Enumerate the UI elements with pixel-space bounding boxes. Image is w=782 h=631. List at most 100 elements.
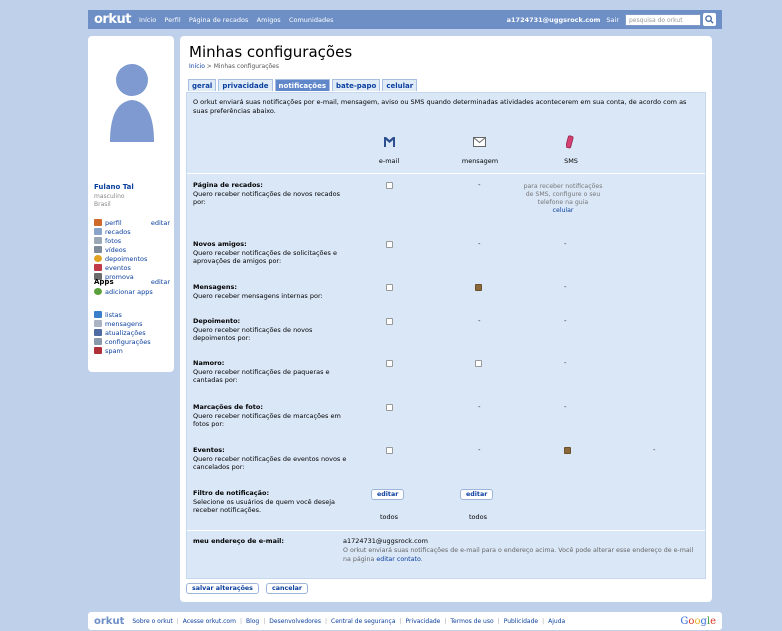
footer-link-publicidade[interactable]: Publicidade bbox=[504, 618, 538, 625]
sidebar-item-recados[interactable]: recados bbox=[94, 227, 170, 236]
calendar-icon bbox=[94, 264, 102, 271]
search-input[interactable]: pesquisa do orkut bbox=[625, 13, 701, 26]
updates-icon bbox=[94, 329, 102, 336]
search-icon bbox=[705, 15, 714, 24]
checkbox-recados-email[interactable] bbox=[386, 182, 393, 189]
avatar[interactable] bbox=[108, 58, 156, 142]
nav-inicio[interactable]: Início bbox=[139, 16, 156, 24]
logout-link[interactable]: Sair bbox=[606, 16, 619, 24]
footer-link-dev[interactable]: Desenvolvedores bbox=[269, 618, 321, 625]
tab-celular[interactable]: celular bbox=[382, 79, 418, 91]
dash: - bbox=[478, 446, 481, 454]
filter-message-value: todos bbox=[469, 513, 488, 521]
sidebar-item-atualizacoes[interactable]: atualizações bbox=[94, 328, 170, 337]
checkbox-depoimento-email[interactable] bbox=[386, 318, 393, 325]
gmail-icon bbox=[384, 137, 395, 147]
footer-link-acesse[interactable]: Acesse orkut.com bbox=[183, 618, 236, 625]
notifications-panel: O orkut enviará suas notificações por e-… bbox=[186, 92, 706, 579]
checkbox-mensagens-mensagem[interactable] bbox=[475, 284, 482, 291]
tab-geral[interactable]: geral bbox=[188, 79, 217, 91]
checkbox-marcacoes-email[interactable] bbox=[386, 404, 393, 411]
row-marcacoes: Marcações de foto: Quero receber notifica… bbox=[193, 403, 341, 428]
google-logo: Google bbox=[680, 615, 716, 627]
footer-link-ajuda[interactable]: Ajuda bbox=[548, 618, 565, 625]
dash: - bbox=[478, 317, 481, 325]
footer-link-blog[interactable]: Blog bbox=[246, 618, 259, 625]
sidebar-item-configuracoes[interactable]: configurações bbox=[94, 337, 170, 346]
envelope-icon bbox=[473, 137, 486, 147]
scrapbook-icon bbox=[94, 228, 102, 235]
cancel-button[interactable]: cancelar bbox=[266, 583, 308, 594]
user-email[interactable]: a1724731@uggsrock.com bbox=[507, 16, 601, 24]
divider bbox=[187, 173, 705, 174]
list-icon bbox=[94, 311, 102, 318]
checkbox-mensagens-email[interactable] bbox=[386, 284, 393, 291]
dash: - bbox=[564, 240, 567, 248]
sidebar-item-depoimentos[interactable]: depoimentos bbox=[94, 254, 170, 263]
page-title: Minhas configurações bbox=[189, 43, 353, 61]
email-label: meu endereço de e-mail: bbox=[193, 537, 285, 545]
top-nav: Início Perfil Página de recados Amigos C… bbox=[139, 16, 339, 24]
sidebar-item-mensagens[interactable]: mensagens bbox=[94, 319, 170, 328]
sidebar-item-listas[interactable]: listas bbox=[94, 310, 170, 319]
nav-perfil[interactable]: Perfil bbox=[164, 16, 180, 24]
nav-recados[interactable]: Página de recados bbox=[189, 16, 248, 24]
sidebar-item-videos[interactable]: vídeos bbox=[94, 245, 170, 254]
profile-country: Brasil bbox=[94, 201, 111, 208]
save-button[interactable]: salvar alterações bbox=[186, 583, 259, 594]
profile-menu: perfil editar recados fotos vídeos depoim… bbox=[94, 218, 170, 281]
sidebar-item-spam[interactable]: spam bbox=[94, 346, 170, 355]
sms-note: para receber notificações de SMS, config… bbox=[523, 183, 603, 214]
footer-link-sobre[interactable]: Sobre o orkut bbox=[132, 618, 172, 625]
apps-menu: Apps editar adicionar apps bbox=[94, 277, 170, 296]
divider bbox=[187, 530, 705, 531]
nav-amigos[interactable]: Amigos bbox=[257, 16, 281, 24]
sidebar-item-fotos[interactable]: fotos bbox=[94, 236, 170, 245]
dash: - bbox=[564, 317, 567, 325]
apps-heading: Apps editar bbox=[94, 278, 170, 286]
sidebar-item-perfil[interactable]: perfil editar bbox=[94, 218, 170, 227]
sidebar-item-eventos[interactable]: eventos bbox=[94, 263, 170, 272]
footer-link-privacidade[interactable]: Privacidade bbox=[406, 618, 441, 625]
row-filtro: Filtro de notificação: Selecione os usuár… bbox=[193, 489, 336, 514]
edit-profile-link[interactable]: editar bbox=[151, 219, 170, 227]
footer-logo[interactable]: orkut bbox=[94, 616, 124, 627]
row-eventos: Eventos: Quero receber notificações de ev… bbox=[193, 446, 347, 471]
add-apps-link[interactable]: adicionar apps bbox=[94, 287, 170, 296]
orkut-logo[interactable]: orkut bbox=[94, 12, 131, 27]
col-email: e-mail bbox=[378, 157, 400, 165]
tab-bate-papo[interactable]: bate-papo bbox=[332, 79, 381, 91]
dash: - bbox=[564, 283, 567, 291]
checkbox-eventos-email[interactable] bbox=[386, 447, 393, 454]
dash: - bbox=[653, 446, 656, 454]
filter-email-value: todos bbox=[380, 513, 399, 521]
checkbox-namoro-email[interactable] bbox=[386, 360, 393, 367]
nav-comunidades[interactable]: Comunidades bbox=[289, 16, 334, 24]
dash: - bbox=[564, 359, 567, 367]
search-button[interactable] bbox=[703, 13, 716, 26]
email-note: O orkut enviará suas notificações de e-m… bbox=[343, 547, 694, 563]
checkbox-eventos-sms[interactable] bbox=[564, 447, 571, 454]
tab-notificacoes[interactable]: notificações bbox=[274, 79, 331, 91]
breadcrumb: Início > Minhas configurações bbox=[189, 63, 279, 70]
row-novos-amigos: Novos amigos: Quero receber notificações … bbox=[193, 240, 337, 265]
footer-link-seguranca[interactable]: Central de segurança bbox=[331, 618, 396, 625]
bottom-menu: listas mensagens atualizações configuraç… bbox=[94, 310, 170, 355]
tab-privacidade[interactable]: privacidade bbox=[218, 79, 273, 91]
checkbox-namoro-mensagem[interactable] bbox=[475, 360, 482, 367]
profile-name[interactable]: Fulano Tal bbox=[94, 183, 134, 191]
spam-icon bbox=[94, 347, 102, 354]
videos-icon bbox=[94, 246, 102, 253]
edit-filter-message-button[interactable]: editar bbox=[460, 489, 494, 500]
settings-tabs: geral privacidade notificações bate-papo… bbox=[188, 79, 419, 91]
top-bar: orkut Início Perfil Página de recados Am… bbox=[88, 10, 722, 29]
checkbox-amigos-email[interactable] bbox=[386, 241, 393, 248]
celular-link[interactable]: celular bbox=[553, 207, 574, 214]
breadcrumb-home[interactable]: Início bbox=[189, 63, 205, 70]
footer-link-termos[interactable]: Termos de uso bbox=[450, 618, 493, 625]
edit-apps-link[interactable]: editar bbox=[151, 278, 170, 286]
edit-filter-email-button[interactable]: editar bbox=[371, 489, 405, 500]
edit-contact-link[interactable]: editar contato bbox=[376, 556, 420, 563]
row-mensagens: Mensagens: Quero receber mensagens intern… bbox=[193, 283, 323, 300]
col-message: mensagem bbox=[461, 157, 499, 165]
